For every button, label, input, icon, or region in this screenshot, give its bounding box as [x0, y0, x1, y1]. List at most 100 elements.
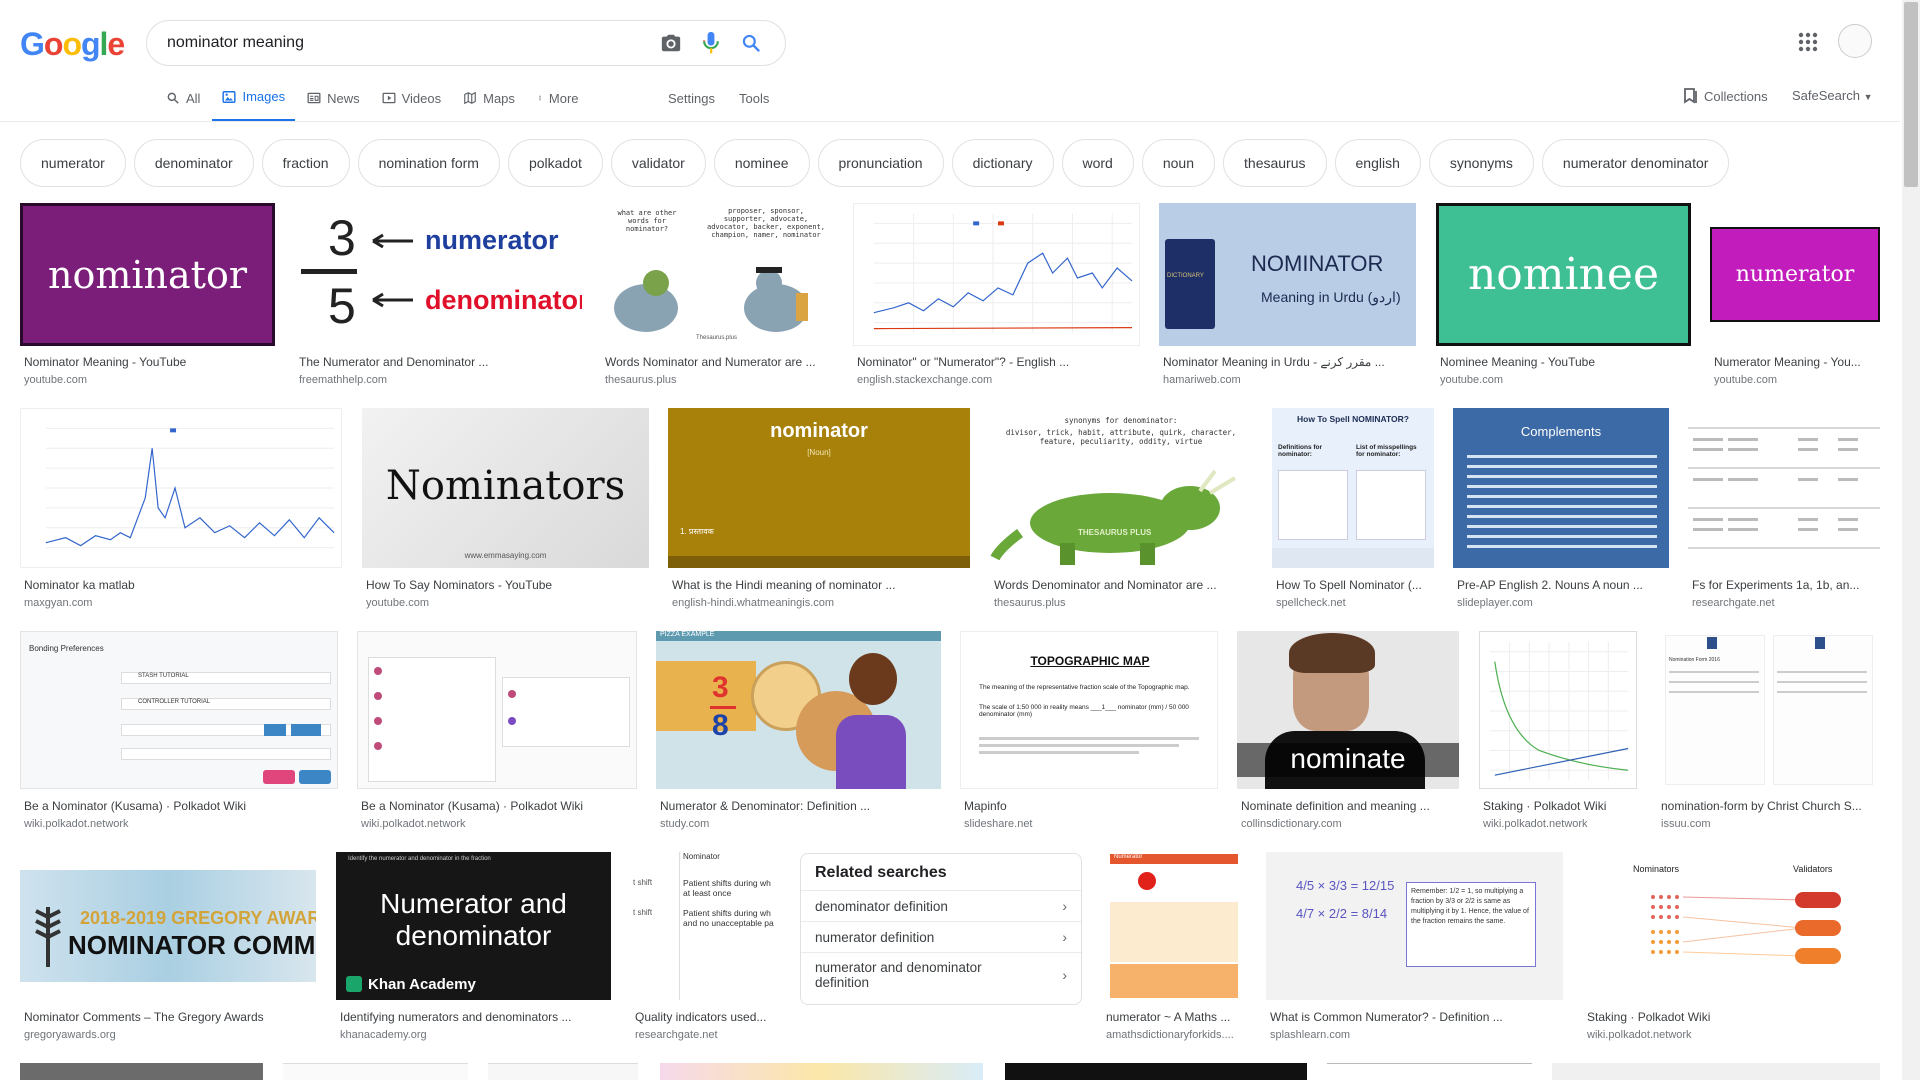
result-source: wiki.polkadot.network [24, 818, 129, 830]
related-chips: numerator denominator fraction nominatio… [20, 139, 1730, 187]
image-result[interactable]: Nominators www.emmasaying.com How To Say… [362, 408, 649, 613]
thumb-text: proposer, sponsor, supporter, advocate, … [706, 207, 825, 239]
image-result[interactable]: nominator Nominator Meaning - YouTube yo… [20, 203, 275, 388]
image-result[interactable] [20, 1063, 263, 1080]
result-source: spellcheck.net [1276, 597, 1346, 609]
chip[interactable]: thesaurus [1223, 139, 1327, 187]
image-result[interactable]: Nominator t shift Patient shifts during … [631, 852, 779, 1045]
safesearch-label: SafeSearch [1792, 88, 1860, 103]
image-result[interactable]: nominate Nominate definition and meaning… [1237, 631, 1459, 834]
apps-grid-icon[interactable] [1796, 30, 1820, 54]
chip[interactable]: validator [610, 139, 706, 187]
image-result[interactable] [488, 1063, 638, 1080]
safesearch-dropdown[interactable]: SafeSearch ▼ [1792, 88, 1872, 103]
result-title: What is the Hindi meaning of nominator .… [672, 578, 896, 592]
related-search-label: numerator and denominator definition [815, 959, 982, 990]
chip[interactable]: polkadot [507, 139, 603, 187]
image-result[interactable]: Nominator" or "Numerator"? - English ...… [853, 203, 1140, 388]
result-source: maxgyan.com [24, 597, 93, 609]
image-result[interactable]: Staking · Polkadot Wiki wiki.polkadot.ne… [1479, 631, 1637, 834]
image-result[interactable]: numerator Numerator Meaning - You... you… [1710, 203, 1880, 388]
chip[interactable]: noun [1141, 139, 1216, 187]
collections-link[interactable]: Collections [1684, 88, 1768, 104]
image-result[interactable]: Nominator ka matlab maxgyan.com [20, 408, 342, 613]
chip[interactable]: nominee [713, 139, 810, 187]
image-result[interactable]: Fs for Experiments 1a, 1b, an... researc… [1688, 408, 1880, 613]
tools-link[interactable]: Tools [739, 91, 769, 106]
image-result[interactable]: TOPOGRAPHIC MAP The meaning of the repre… [960, 631, 1218, 834]
tab-all[interactable]: All [166, 86, 210, 122]
image-result[interactable]: 3 5 numerator denominator The Numerator … [295, 203, 582, 388]
image-result[interactable]: How To Spell NOMINATOR? Definitions for … [1272, 408, 1434, 613]
thumb-text: Complements [1520, 424, 1602, 439]
image-result[interactable]: Identify the numerator and denominator i… [336, 852, 611, 1045]
image-result[interactable]: 4/5 × 3/3 = 12/15 4/7 × 2/2 = 8/14 Rememb… [1266, 852, 1563, 1045]
chip[interactable]: dictionary [951, 139, 1054, 187]
chip[interactable]: numerator denominator [1541, 139, 1730, 187]
thumb-text: Remember: 1/2 = 1, so multiplying a frac… [1406, 882, 1536, 967]
image-result[interactable]: Nomination Form 2016 nomination-form by … [1657, 631, 1880, 834]
chip[interactable]: denominator [133, 139, 254, 187]
tab-images[interactable]: Images [212, 86, 296, 122]
related-search-item[interactable]: numerator definition › [801, 921, 1081, 952]
result-source: researchgate.net [635, 1029, 718, 1041]
caret-down-icon: ▼ [1863, 92, 1873, 102]
result-thumbnail [20, 408, 342, 568]
tab-maps[interactable]: Maps [463, 86, 525, 122]
chip[interactable]: nomination form [357, 139, 500, 187]
tab-more[interactable]: More [537, 86, 589, 122]
google-logo[interactable]: Google [20, 26, 125, 63]
image-result[interactable]: what are other words for nominator? prop… [601, 203, 834, 388]
chip[interactable]: synonyms [1428, 139, 1534, 187]
result-source: thesaurus.plus [994, 597, 1066, 609]
thumb-text: 2018-2019 GREGORY AWAR [80, 908, 316, 928]
image-result[interactable]: 2018-2019 GREGORY AWAR NOMINATOR COMME N… [20, 852, 316, 1045]
related-search-label: denominator definition [815, 898, 948, 914]
image-result[interactable]: DICTIONARY NOMINATOR Meaning in Urdu (ار… [1159, 203, 1416, 388]
camera-icon[interactable] [651, 23, 691, 63]
search-icon[interactable] [731, 23, 771, 63]
chip[interactable]: word [1061, 139, 1134, 187]
result-source: freemathhelp.com [299, 374, 388, 386]
image-result[interactable]: Nominators Validators Staking · Polkadot… [1583, 852, 1880, 1045]
result-title: Words Nominator and Numerator are ... [605, 355, 816, 369]
chip[interactable]: pronunciation [817, 139, 944, 187]
scrollbar-thumb[interactable] [1904, 2, 1918, 187]
chip[interactable]: english [1334, 139, 1421, 187]
result-title: How To Spell Nominator (... [1276, 578, 1422, 592]
tab-videos[interactable]: Videos [382, 86, 452, 122]
result-thumbnail: TOPOGRAPHIC MAP The meaning of the repre… [960, 631, 1218, 789]
microphone-icon[interactable] [691, 23, 731, 63]
settings-link[interactable]: Settings [668, 91, 715, 106]
tab-news[interactable]: News [307, 86, 370, 122]
image-result[interactable]: Complements Pre-AP English 2. Nouns A no… [1453, 408, 1669, 613]
related-search-item[interactable]: numerator and denominator definition › [801, 952, 1081, 996]
image-result[interactable] [1327, 1063, 1532, 1080]
account-avatar[interactable] [1838, 24, 1872, 58]
image-result[interactable]: Numerator numerator ~ A Maths ... amaths… [1102, 852, 1247, 1045]
result-title: Quality indicators used... [635, 1010, 767, 1024]
image-result[interactable]: Bonding Preferences STASH TUTORIAL CONTR… [20, 631, 338, 834]
result-source: gregoryawards.org [24, 1029, 116, 1041]
tab-label: Maps [483, 90, 515, 106]
image-result[interactable]: synonyms for denominator: divisor, trick… [990, 408, 1252, 613]
chip[interactable]: fraction [261, 139, 350, 187]
result-source: collinsdictionary.com [1241, 818, 1342, 830]
image-result[interactable] [1552, 1063, 1880, 1080]
image-result[interactable] [1005, 1063, 1307, 1080]
result-title: Identifying numerators and denominators … [340, 1010, 572, 1024]
result-thumbnail: Nomination Form 2016 [1657, 631, 1880, 789]
tab-label: More [548, 90, 579, 106]
result-title: Words Denominator and Nominator are ... [994, 578, 1217, 592]
thumb-denominator-digit: 5 [328, 278, 356, 334]
chip[interactable]: numerator [20, 139, 126, 187]
image-result[interactable]: nominator [Noun] 1. प्रस्तावक What is th… [668, 408, 970, 613]
image-result[interactable] [660, 1063, 983, 1080]
image-result[interactable]: Be a Nominator (Kusama) · Polkadot Wiki … [357, 631, 637, 834]
search-input[interactable] [167, 34, 651, 52]
related-search-item[interactable]: denominator definition › [801, 890, 1081, 921]
image-result[interactable] [283, 1063, 468, 1080]
image-result[interactable]: PIZZA EXAMPLE 3 8 Numerator & Denominato… [656, 631, 941, 834]
image-result[interactable]: nominee Nominee Meaning - YouTube youtub… [1436, 203, 1691, 388]
result-title: Numerator & Denominator: Definition ... [660, 799, 871, 813]
